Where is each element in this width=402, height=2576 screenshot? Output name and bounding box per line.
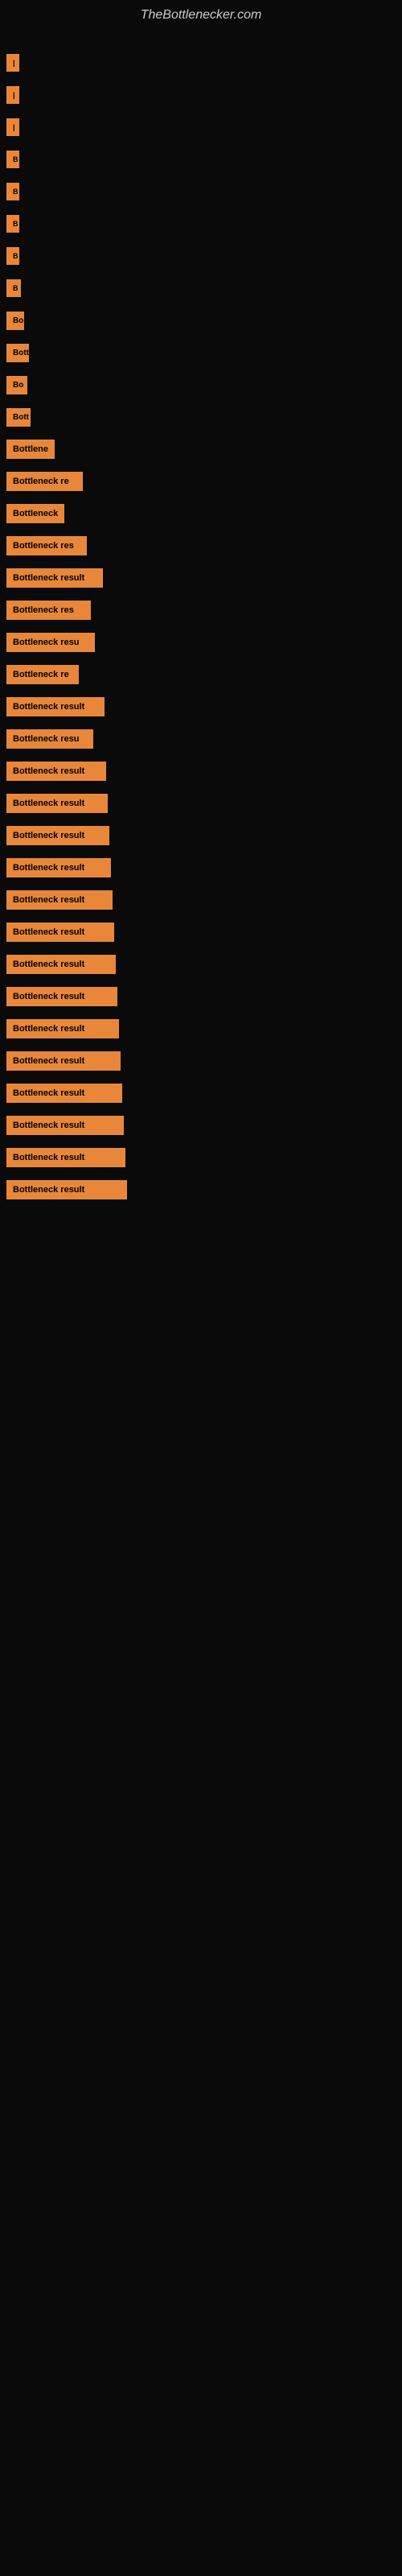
bar-row: Bottleneck res <box>0 594 402 626</box>
bottleneck-result-label: Bott <box>6 344 29 362</box>
bottleneck-result-label: Bottleneck result <box>6 762 106 781</box>
site-title: TheBottlenecker.com <box>0 0 402 39</box>
bottleneck-result-label: B <box>6 215 19 233</box>
bars-container: |||BBBBBBoBottBoBottBottleneBottleneck r… <box>0 39 402 1214</box>
bottleneck-result-label: Bottleneck result <box>6 1084 122 1103</box>
bottleneck-result-label: Bottleneck result <box>6 568 103 588</box>
bar-row: B <box>0 175 402 208</box>
bottleneck-result-label: Bottlene <box>6 440 55 459</box>
bar-row: Bott <box>0 336 402 369</box>
bottleneck-result-label: | <box>6 54 19 72</box>
bar-row: Bottleneck result <box>0 1109 402 1141</box>
bar-row: Bottleneck result <box>0 755 402 787</box>
bottleneck-result-label: Bottleneck result <box>6 955 116 974</box>
bar-row: Bottleneck result <box>0 1077 402 1109</box>
bottleneck-result-label: Bottleneck <box>6 504 64 523</box>
bottleneck-result-label: B <box>6 279 21 297</box>
bar-row: B <box>0 208 402 240</box>
bar-row: Bottleneck resu <box>0 723 402 755</box>
bottleneck-result-label: Bottleneck re <box>6 665 79 684</box>
bottleneck-result-label: Bottleneck result <box>6 826 109 845</box>
bottleneck-result-label: Bottleneck result <box>6 858 111 877</box>
bar-row: Bottleneck result <box>0 884 402 916</box>
bar-row: Bottleneck result <box>0 691 402 723</box>
bar-row: Bottleneck result <box>0 948 402 980</box>
bar-row: Bottleneck res <box>0 530 402 562</box>
bar-row: | <box>0 47 402 79</box>
bottleneck-result-label: Bottleneck result <box>6 890 113 910</box>
bottleneck-result-label: Bottleneck resu <box>6 633 95 652</box>
bar-row: Bottleneck result <box>0 819 402 852</box>
bottleneck-result-label: Bottleneck res <box>6 601 91 620</box>
bottleneck-result-label: | <box>6 86 19 104</box>
bar-row: Bottleneck result <box>0 916 402 948</box>
bottleneck-result-label: Bottleneck result <box>6 1116 124 1135</box>
bar-row: Bott <box>0 401 402 433</box>
bottleneck-result-label: Bottleneck result <box>6 697 105 716</box>
bar-row: Bottlene <box>0 433 402 465</box>
bottleneck-result-label: Bottleneck result <box>6 1051 121 1071</box>
bar-row: B <box>0 272 402 304</box>
bottleneck-result-label: Bottleneck result <box>6 923 114 942</box>
bottleneck-result-label: Bottleneck resu <box>6 729 93 749</box>
bar-row: Bottleneck result <box>0 1141 402 1174</box>
bottleneck-result-label: Bottleneck res <box>6 536 87 555</box>
bottleneck-result-label: Bottleneck result <box>6 1180 127 1199</box>
bar-row: B <box>0 240 402 272</box>
bottleneck-result-label: Bottleneck result <box>6 1148 125 1167</box>
bar-row: Bo <box>0 304 402 336</box>
bottleneck-result-label: Bottleneck result <box>6 987 117 1006</box>
bar-row: Bottleneck re <box>0 465 402 497</box>
bar-row: Bottleneck result <box>0 1045 402 1077</box>
bottleneck-result-label: Bottleneck result <box>6 1019 119 1038</box>
bar-row: Bottleneck result <box>0 980 402 1013</box>
bar-row: Bottleneck re <box>0 658 402 691</box>
bar-row: Bo <box>0 369 402 401</box>
bottleneck-result-label: | <box>6 118 19 136</box>
bottleneck-result-label: Bott <box>6 408 31 427</box>
bottleneck-result-label: B <box>6 183 19 200</box>
bar-row: Bottleneck result <box>0 1174 402 1206</box>
bottleneck-result-label: Bo <box>6 312 24 330</box>
bar-row: Bottleneck result <box>0 562 402 594</box>
bottleneck-result-label: Bottleneck result <box>6 794 108 813</box>
bar-row: Bottleneck result <box>0 787 402 819</box>
bar-row: Bottleneck <box>0 497 402 530</box>
bottleneck-result-label: B <box>6 151 19 168</box>
bar-row: Bottleneck result <box>0 852 402 884</box>
bar-row: Bottleneck resu <box>0 626 402 658</box>
bottleneck-result-label: B <box>6 247 19 265</box>
bar-row: | <box>0 111 402 143</box>
bottleneck-result-label: Bo <box>6 376 27 394</box>
bar-row: | <box>0 79 402 111</box>
bar-row: Bottleneck result <box>0 1013 402 1045</box>
bottleneck-result-label: Bottleneck re <box>6 472 83 491</box>
bar-row: B <box>0 143 402 175</box>
